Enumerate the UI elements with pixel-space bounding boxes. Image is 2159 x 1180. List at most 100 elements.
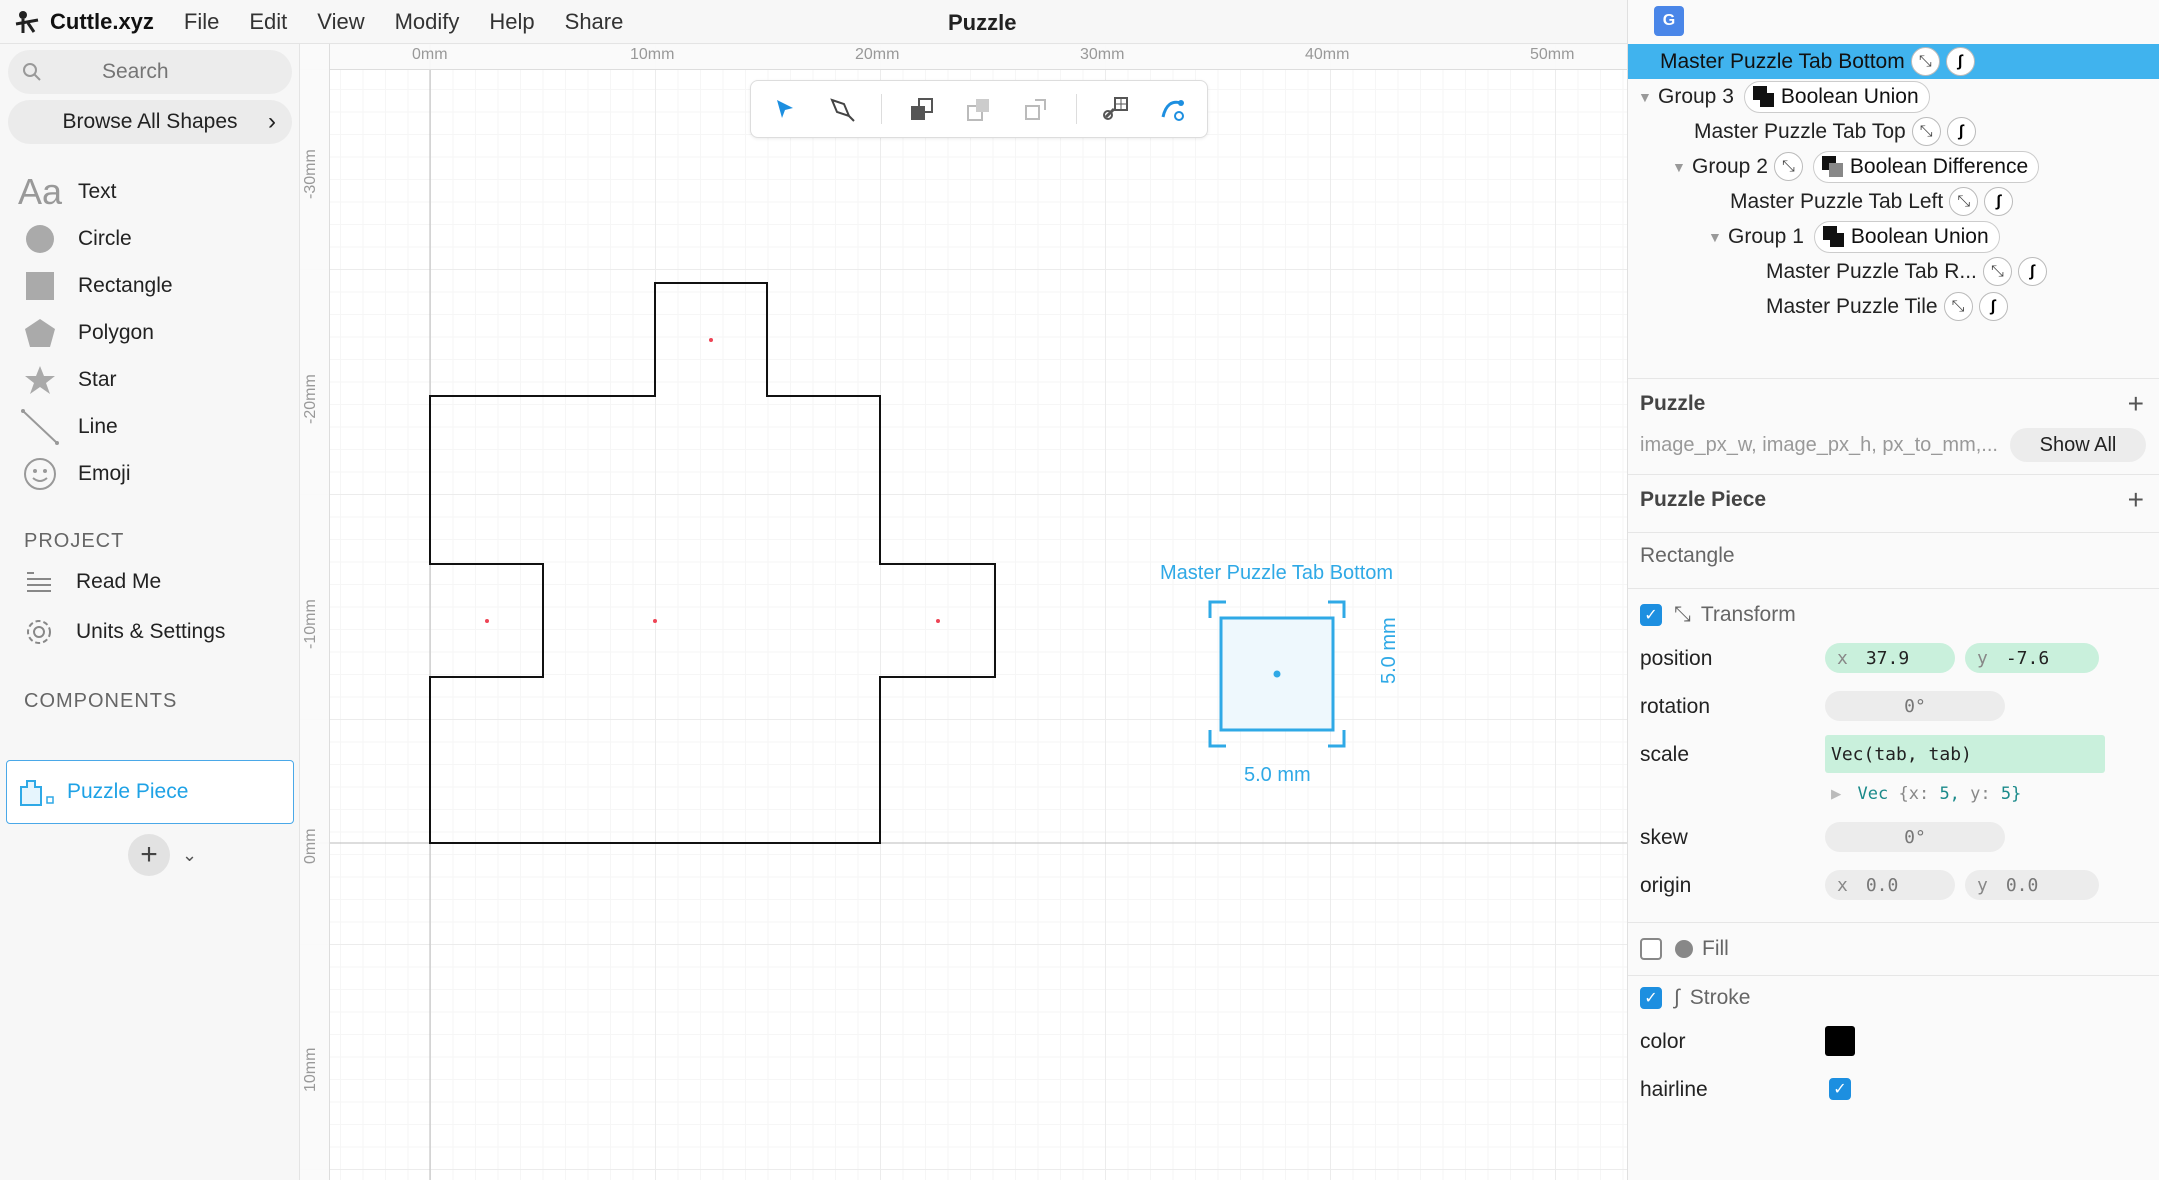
tree-label: Master Puzzle Tab R... — [1766, 259, 1977, 283]
tree-item-group-1[interactable]: ▼ Group 1 Boolean Union — [1628, 219, 2159, 254]
component-puzzle-piece[interactable]: Puzzle Piece — [6, 760, 294, 824]
shape-emoji[interactable]: Emoji — [18, 450, 173, 497]
chevron-down-icon[interactable]: ▼ — [1672, 159, 1692, 175]
stroke-icon: ∫ — [1945, 47, 1975, 76]
scale-preview-y-key: y: — [1970, 784, 1991, 804]
stroke-icon: ∫ — [1946, 117, 1976, 146]
rotation-label: rotation — [1640, 695, 1711, 718]
select-tool-button[interactable] — [767, 91, 802, 127]
menu-view[interactable]: View — [317, 9, 364, 35]
rotation-field[interactable]: 0° — [1825, 691, 2005, 721]
boolean-union-icon — [1752, 85, 1775, 108]
position-label: position — [1640, 647, 1713, 670]
ruler-label: 40mm — [1305, 46, 1350, 63]
tree-item-group-2[interactable]: ▼ Group 2 ⤡ Boolean Difference — [1628, 149, 2159, 184]
menu-share[interactable]: Share — [565, 9, 624, 35]
tile-origin — [653, 619, 657, 623]
send-to-back-button[interactable] — [961, 91, 996, 127]
puzzle-piece-shape[interactable] — [429, 282, 996, 844]
show-all-label: Show All — [2039, 433, 2117, 456]
document-title[interactable]: Puzzle — [948, 10, 1016, 36]
expand-triangle-icon: ▶ — [1831, 784, 1842, 804]
app-window: Cuttle.xyz File Edit View Modify Help Sh… — [0, 0, 2159, 1180]
shape-rectangle[interactable]: Rectangle — [18, 262, 173, 309]
add-component-button[interactable]: + — [128, 834, 170, 876]
tree-item-tab-top[interactable]: Master Puzzle Tab Top ⤡ ∫ — [1628, 114, 2159, 149]
shape-line[interactable]: Line — [18, 403, 173, 450]
flip-icon — [1025, 99, 1047, 120]
fill-checkbox[interactable] — [1640, 938, 1662, 960]
arrow-pointer-icon — [776, 100, 793, 118]
boolean-union-badge[interactable]: Boolean Union — [1743, 80, 1930, 113]
path-edit-button[interactable] — [1156, 91, 1191, 127]
menu-help[interactable]: Help — [489, 9, 534, 35]
transform-checkbox[interactable]: ✓ — [1640, 604, 1662, 626]
units-settings-label: Units & Settings — [76, 620, 226, 643]
origin-x-field[interactable]: x 0.0 — [1825, 870, 1955, 900]
ruler-left: -30mm -20mm -10mm 0mm 10mm — [300, 44, 330, 1180]
units-settings-item[interactable]: Units & Settings — [22, 618, 225, 646]
ruler-label: 30mm — [1080, 46, 1125, 63]
stroke-icon: ∫ — [2017, 257, 2047, 286]
tree-item-group-3[interactable]: ▼ Group 3 Boolean Union — [1628, 79, 2159, 114]
stroke-icon: ∫ — [1978, 292, 2008, 321]
position-y-field[interactable]: y -7.6 — [1965, 643, 2099, 673]
fill-row: Fill — [1640, 937, 1729, 961]
tree-label: Master Puzzle Tile — [1766, 294, 1938, 318]
menu-modify[interactable]: Modify — [395, 9, 460, 35]
stroke-label: Stroke — [1689, 986, 1751, 1009]
bring-to-front-button[interactable] — [904, 91, 939, 127]
tree-item-tab-bottom[interactable]: Master Puzzle Tab Bottom ⤡ ∫ — [1628, 44, 2159, 79]
menu-edit[interactable]: Edit — [249, 9, 287, 35]
app-logo[interactable]: Cuttle.xyz — [12, 7, 154, 37]
project-heading: PROJECT — [24, 530, 125, 552]
text-icon: Aa — [17, 170, 63, 212]
y-key: y — [1977, 874, 1988, 896]
hairline-checkbox[interactable]: ✓ — [1829, 1078, 1851, 1100]
pen-tool-button[interactable] — [824, 91, 859, 127]
rotation-value: 0° — [1904, 695, 1926, 717]
flip-button[interactable] — [1019, 91, 1054, 127]
tree-item-tile[interactable]: Master Puzzle Tile ⤡ ∫ — [1628, 289, 2159, 324]
chevron-right-icon: › — [268, 108, 276, 135]
scale-preview[interactable]: ▶ Vec {x: 5, y: 5} — [1831, 784, 2021, 804]
drawing-canvas[interactable]: 0mm 10mm 20mm 30mm 40mm 50mm -30mm -20mm… — [300, 44, 1627, 1180]
shape-polygon[interactable]: Polygon — [18, 309, 173, 356]
shape-text[interactable]: Aa Text — [18, 168, 173, 215]
skew-field[interactable]: 0° — [1825, 822, 2005, 852]
tree-item-tab-right[interactable]: Master Puzzle Tab R... ⤡ ∫ — [1628, 254, 2159, 289]
translate-icon[interactable]: G — [1654, 6, 1684, 36]
search-bar[interactable] — [8, 50, 292, 94]
search-input[interactable] — [102, 60, 262, 84]
menu-file[interactable]: File — [184, 9, 219, 35]
scale-field[interactable]: Vec(tab, tab) — [1825, 735, 2105, 773]
ruler-label: 10mm — [302, 1047, 319, 1092]
chevron-down-icon[interactable]: ▼ — [1638, 89, 1658, 105]
params-list[interactable]: image_px_w, image_px_h, px_to_mm,... — [1640, 434, 1998, 457]
add-param-button[interactable]: + — [2128, 388, 2144, 420]
ruler-label: 10mm — [630, 46, 675, 63]
tree-item-tab-left[interactable]: Master Puzzle Tab Left ⤡ ∫ — [1628, 184, 2159, 219]
layer-tree: Master Puzzle Tab Bottom ⤡ ∫ ▼ Group 3 B… — [1628, 44, 2159, 324]
chevron-down-icon[interactable]: ⌄ — [182, 845, 197, 866]
show-all-button[interactable]: Show All — [2010, 428, 2146, 462]
origin-y-field[interactable]: y 0.0 — [1965, 870, 2099, 900]
add-piece-param-button[interactable]: + — [2128, 484, 2144, 516]
browse-all-shapes-button[interactable]: Browse All Shapes › — [8, 100, 292, 144]
chevron-down-icon[interactable]: ▼ — [1708, 229, 1728, 245]
position-x-value: 37.9 — [1865, 647, 1910, 669]
boolean-union-badge[interactable]: Boolean Union — [1813, 220, 2000, 253]
read-me-item[interactable]: Read Me — [22, 570, 161, 594]
puzzle-piece-header: Puzzle Piece + — [1628, 474, 2159, 524]
right-panel: G Master Puzzle Tab Bottom ⤡ ∫ ▼ Group 3… — [1627, 0, 2159, 1180]
divider — [1628, 532, 2159, 533]
position-x-field[interactable]: x 37.9 — [1825, 643, 1955, 673]
boolean-difference-badge[interactable]: Boolean Difference — [1812, 150, 2040, 183]
shape-circle[interactable]: Circle — [18, 215, 173, 262]
shape-star[interactable]: Star — [18, 356, 173, 403]
star-icon — [18, 360, 62, 400]
read-me-label: Read Me — [76, 570, 162, 593]
boolean-tool-button[interactable] — [1099, 91, 1134, 127]
stroke-color-swatch[interactable] — [1825, 1026, 1855, 1056]
stroke-checkbox[interactable]: ✓ — [1640, 987, 1662, 1009]
